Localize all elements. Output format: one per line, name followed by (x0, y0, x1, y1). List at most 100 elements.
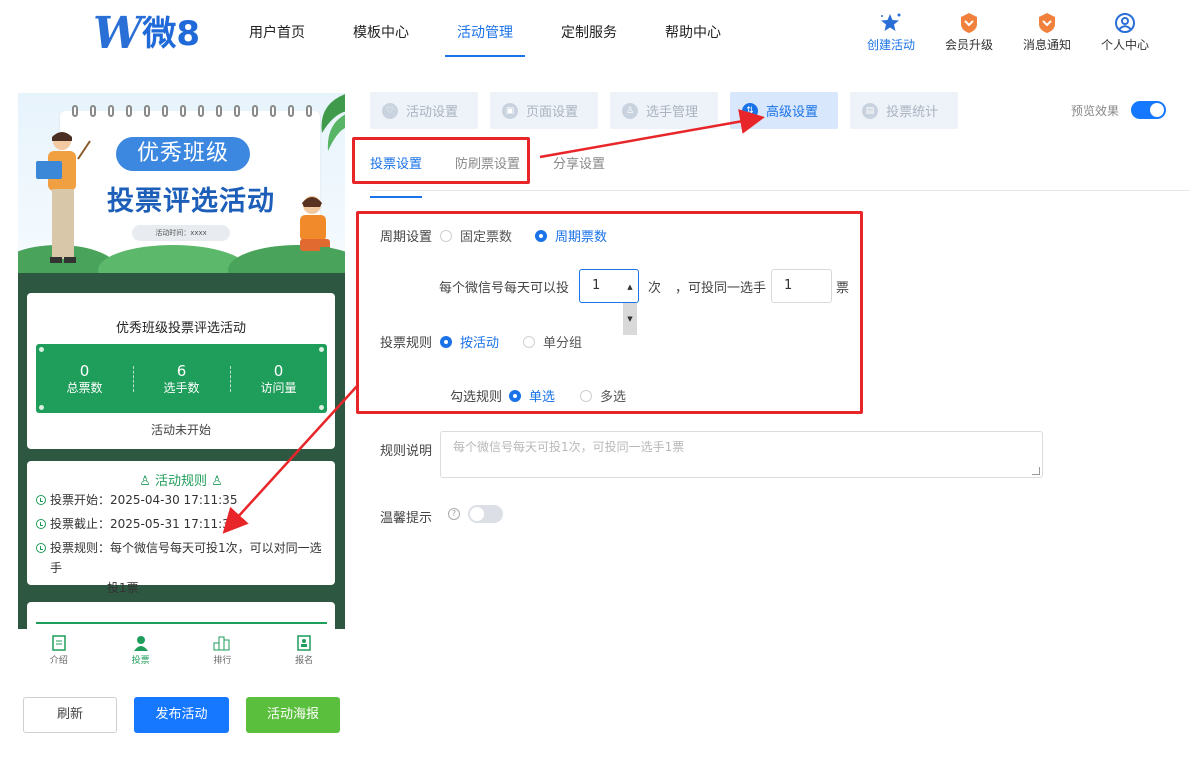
ranking-icon (182, 633, 264, 653)
stat-contestants: 6 选手数 (133, 362, 230, 396)
sliders-icon: ⇅ (742, 102, 759, 119)
tab-activity-settings[interactable]: ♡ 活动设置 (370, 92, 479, 129)
tab-vote-statistics[interactable]: ▤ 投票统计 (850, 92, 959, 129)
tab-signup[interactable]: 报名 (263, 629, 345, 673)
stats-card-title: 优秀班级投票评选活动 (115, 321, 246, 336)
mobile-preview[interactable]: 优秀班级 投票评选活动 活动时间：xxxx 优秀班级投票评选活动 0 总票数 6… (18, 93, 345, 629)
top-navigation: W 微8 用户首页 模板中心 活动管理 定制服务 帮助中心 创建活动 会员升级 … (0, 0, 1200, 70)
student-illustration (290, 191, 338, 269)
warm-tip-switch[interactable] (468, 505, 503, 523)
activity-poster-button[interactable]: 活动海报 (246, 697, 340, 733)
tab-page-settings[interactable]: ▣ 页面设置 (490, 92, 599, 129)
rule-start-time: 投票开始：2025-04-30 17:11:35 (36, 490, 237, 510)
banner-main-title: 投票评选活动 (107, 186, 275, 217)
same-contestant-label: ，可投同一选手 (675, 281, 767, 296)
tab-ranking-label: 排行 (213, 656, 232, 666)
user-circle-icon (1086, 12, 1164, 34)
teacher-illustration (32, 129, 92, 273)
tab-signup-label: 报名 (295, 656, 314, 666)
same-contestant-unit: 票 (836, 281, 850, 296)
rule-description-placeholder: 每个微信号每天可投1次，可投同一选手1票 (453, 440, 685, 454)
daily-limit-label: 每个微信号每天可以投 (439, 281, 570, 296)
rule-vote-rule: 投票规则：每个微信号每天可投1次，可以对同一选手 投1票 (36, 538, 326, 598)
subtab-anti-fraud[interactable]: 防刷票设置 (455, 147, 520, 190)
create-activity-label: 创建活动 (866, 38, 915, 52)
banner-activity-time: 活动时间：xxxx (132, 225, 230, 241)
tab-intro-label: 介绍 (49, 656, 68, 666)
refresh-button[interactable]: 刷新 (23, 697, 117, 733)
tab-intro[interactable]: 介绍 (18, 629, 100, 673)
tab-contestant-management[interactable]: ♙ 选手管理 (610, 92, 719, 129)
top-actions: 创建活动 会员升级 消息通知 个人中心 (852, 12, 1164, 53)
stats-bar: 0 总票数 6 选手数 0 访问量 (36, 344, 327, 413)
resize-handle-icon[interactable] (1032, 467, 1040, 475)
preview-tabbar: 介绍 投票 排行 报名 (18, 629, 345, 673)
rule-end-time: 投票截止：2025-05-31 17:11:35 (36, 514, 237, 534)
bell-badge-icon (1008, 12, 1086, 34)
main-nav: 用户首页 模板中心 活动管理 定制服务 帮助中心 (225, 0, 745, 70)
stat-label: 总票数 (66, 380, 103, 395)
heart-icon: ♡ (382, 102, 398, 119)
personal-center-button[interactable]: 个人中心 (1086, 12, 1164, 53)
stepper-down-icon[interactable]: ▼ (623, 303, 637, 335)
radio-by-activity[interactable]: 按活动 (440, 332, 499, 351)
tab-vote-label: 投票 (131, 656, 150, 666)
rules-title: ♙ 活动规则 ♙ (139, 474, 223, 489)
activity-rules-card: ♙ 活动规则 ♙ 投票开始：2025-04-30 17:11:35 投票截止：2… (27, 461, 335, 595)
radio-single-select[interactable]: 单选 (509, 386, 555, 405)
rule-description-label: 规则说明 (380, 444, 433, 459)
trophy-icon: ♙ (207, 474, 223, 489)
stat-value: 6 (176, 361, 187, 380)
plant-illustration (308, 93, 345, 157)
nav-templates[interactable]: 模板中心 (329, 0, 433, 70)
member-upgrade-button[interactable]: 会员升级 (930, 12, 1008, 53)
stat-label: 访问量 (260, 380, 297, 395)
stepper-up-icon[interactable]: ▲ (623, 271, 637, 303)
vote-sub-tabs: 投票设置 防刷票设置 分享设置 (370, 147, 1190, 198)
preview-effect-switch[interactable] (1131, 101, 1167, 119)
settings-step-tabs: ♡ 活动设置 ▣ 页面设置 ♙ 选手管理 ⇅ 高级设置 ▤ 投票统计 (370, 92, 970, 129)
brand-logo[interactable]: W 微8 (93, 12, 200, 56)
publish-activity-button[interactable]: 发布活动 (134, 697, 229, 733)
radio-single-group[interactable]: 单分组 (523, 332, 582, 351)
tab-advanced-settings[interactable]: ⇅ 高级设置 (730, 92, 839, 129)
logo-text: 微8 (142, 14, 201, 54)
notifications-button[interactable]: 消息通知 (1008, 12, 1086, 53)
vote-rule-label: 投票规则 (380, 336, 433, 351)
nav-help-center[interactable]: 帮助中心 (641, 0, 745, 70)
stat-visits: 0 访问量 (230, 362, 327, 396)
banner-rings (72, 105, 312, 117)
preview-effect-toggle: 预览效果 (1071, 101, 1167, 119)
notifications-label: 消息通知 (1022, 38, 1071, 52)
daily-votes-input[interactable]: 1 ▲ ▼ (579, 269, 639, 335)
radio-multi-select[interactable]: 多选 (580, 386, 626, 405)
tab-ranking[interactable]: 排行 (182, 629, 264, 673)
same-contestant-votes-input[interactable]: 1 (771, 269, 832, 303)
period-settings-label: 周期设置 (380, 230, 433, 245)
create-activity-button[interactable]: 创建活动 (852, 12, 930, 53)
daily-unit-label: 次 (648, 281, 662, 296)
stat-value: 0 (273, 361, 284, 380)
subtab-share-settings[interactable]: 分享设置 (553, 147, 605, 190)
activity-stats-card: 优秀班级投票评选活动 0 总票数 6 选手数 0 访问量 活动未开始 (27, 293, 335, 449)
user-icon (100, 633, 182, 653)
activity-banner: 优秀班级 投票评选活动 活动时间：xxxx (18, 93, 345, 273)
nav-home[interactable]: 用户首页 (225, 0, 329, 70)
nav-activity-management[interactable]: 活动管理 (433, 0, 537, 70)
clock-icon (36, 519, 46, 529)
rule-description-textarea[interactable]: 每个微信号每天可投1次，可投同一选手1票 (440, 431, 1043, 478)
daily-votes-stepper[interactable]: ▲ ▼ (623, 271, 637, 335)
stat-total-votes: 0 总票数 (36, 362, 133, 396)
stat-label: 选手数 (163, 380, 200, 395)
member-upgrade-label: 会员升级 (944, 38, 993, 52)
personal-center-label: 个人中心 (1100, 38, 1149, 52)
tab-vote[interactable]: 投票 (100, 629, 182, 673)
annotation-box-settings (356, 211, 863, 414)
preview-effect-label: 预览效果 (1071, 103, 1120, 118)
nav-custom-service[interactable]: 定制服务 (537, 0, 641, 70)
banner-pill-title: 优秀班级 (116, 137, 250, 171)
help-icon[interactable]: ? (448, 508, 460, 520)
radio-period-votes[interactable]: 周期票数 (535, 226, 607, 245)
subtab-vote-settings[interactable]: 投票设置 (370, 147, 423, 198)
radio-fixed-votes[interactable]: 固定票数 (440, 226, 512, 245)
